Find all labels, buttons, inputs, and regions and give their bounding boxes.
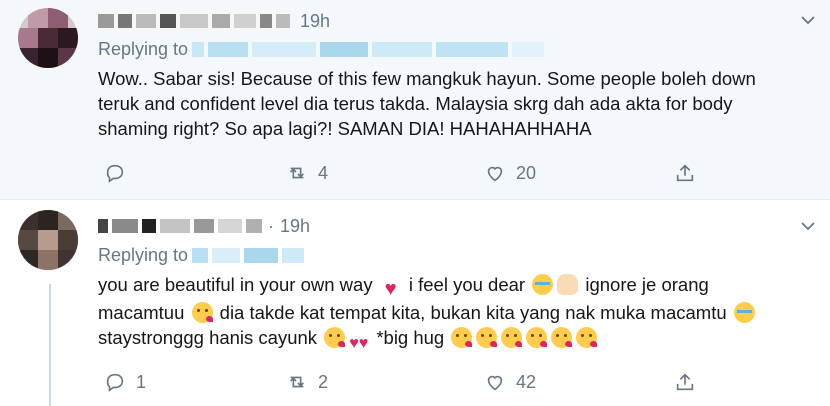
share-icon [676,164,694,182]
heart-icon [487,375,503,391]
tweet[interactable]: · 19h Replying to you are beautiful in y… [0,200,830,406]
share-button[interactable] [674,370,696,394]
masked-reply-handle[interactable] [212,248,241,263]
avatar[interactable] [18,210,78,270]
chevron-down-icon[interactable] [800,12,816,28]
masked-reply-handle[interactable] [252,42,317,57]
separator: · [268,215,274,236]
retweet-button[interactable]: 4 [286,161,328,185]
kissing-face-emoji-icon [576,327,598,348]
crying-face-emoji-icon [532,274,554,295]
masked-reply-handle[interactable] [320,42,369,57]
masked-display-name [160,219,190,233]
masked-reply-handle[interactable] [192,248,209,263]
thread-line [49,284,51,406]
tweet-text: Wow.. Sabar sis! Because of this few man… [98,68,756,139]
reply-button[interactable]: 1 [104,370,146,394]
masked-reply-handle[interactable] [372,42,433,57]
author-name[interactable]: 19h [98,11,330,31]
replying-to-label: Replying to [98,39,189,59]
text-part: *big hug [376,327,445,348]
share-button[interactable] [674,161,696,185]
share-icon [676,373,694,391]
kissing-face-emoji-icon [451,327,473,348]
author-name[interactable]: · 19h [98,216,310,236]
text-part: staystronggg hanis cayunk [98,327,318,348]
reply-button[interactable] [104,161,136,185]
masked-display-name [112,219,138,233]
raised-fist-emoji-icon [557,274,579,295]
retweet-button[interactable]: 2 [286,370,328,394]
masked-display-name [160,14,176,28]
masked-handle [234,14,256,28]
kissing-face-emoji-icon [526,327,548,348]
masked-display-name [180,14,208,28]
retweet-count: 2 [318,371,329,392]
kissing-face-emoji-icon [324,327,346,348]
replying-to: Replying to [98,245,305,266]
masked-handle [218,219,242,233]
masked-reply-handle[interactable] [512,42,545,57]
kissing-face-emoji-icon [551,327,573,348]
masked-handle [212,14,230,28]
masked-reply-handle[interactable] [244,248,279,263]
kissing-face-emoji-icon [191,302,213,323]
text-part: you are beautiful in your own way [98,274,373,295]
retweet-count: 4 [318,162,329,183]
like-count: 42 [516,371,537,392]
retweet-icon [289,376,305,388]
masked-reply-handle[interactable] [282,248,305,263]
heart-emoji-icon: ♥ [384,278,397,300]
kissing-face-emoji-icon [476,327,498,348]
masked-handle [246,219,262,233]
tweet-timestamp[interactable]: 19h [300,11,330,32]
masked-display-name [98,14,114,28]
like-count: 20 [516,162,537,183]
avatar[interactable] [18,8,78,68]
tweet[interactable]: 19h Replying to Wow.. Sabar sis! Because… [0,0,830,200]
reply-count: 1 [136,371,147,392]
heart-icon [487,166,503,182]
masked-reply-handle[interactable] [208,42,249,57]
two-hearts-emoji-icon: ♥♥ [349,335,369,352]
masked-handle [260,14,272,28]
tweet-timestamp[interactable]: 19h [280,216,310,237]
masked-display-name [142,219,156,233]
masked-handle [194,219,214,233]
masked-display-name [136,14,156,28]
text-part: i feel you dear [408,274,526,295]
masked-handle [276,14,290,28]
tweet-actions: 4 20 [98,161,718,185]
like-button[interactable]: 20 [484,161,536,185]
masked-display-name [118,14,132,28]
replying-to-label: Replying to [98,245,189,265]
crying-face-emoji-icon [733,302,755,323]
replying-to: Replying to [98,39,545,60]
masked-reply-handle[interactable] [192,42,205,57]
like-button[interactable]: 42 [484,370,536,394]
retweet-icon [289,167,305,179]
masked-display-name [98,219,108,233]
tweet-text: you are beautiful in your own way ♥ i fe… [98,272,798,354]
reply-bubble-icon [106,164,124,183]
chevron-down-icon[interactable] [800,218,816,234]
kissing-face-emoji-icon [501,327,523,348]
reply-bubble-icon [106,373,124,392]
masked-reply-handle[interactable] [436,42,509,57]
text-part: dia takde kat tempat kita, bukan kita ya… [219,302,727,323]
tweet-actions: 1 2 42 [98,370,718,394]
